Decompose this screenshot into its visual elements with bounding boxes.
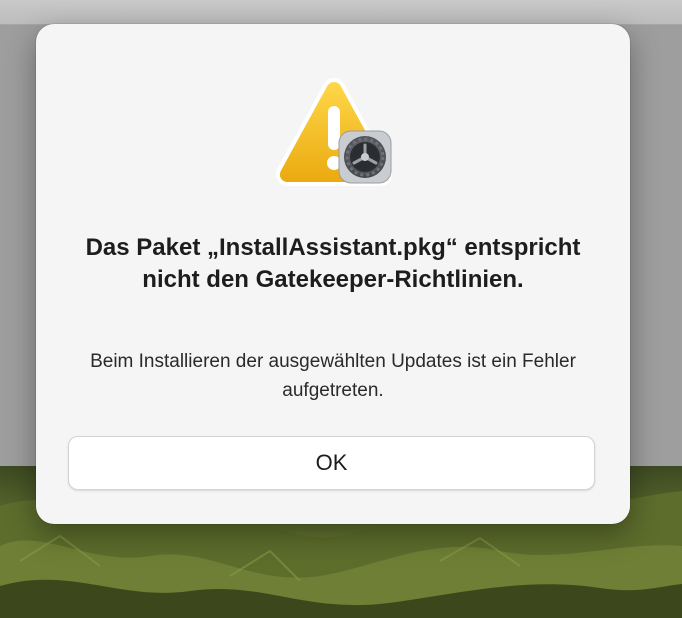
system-preferences-gear-icon	[338, 130, 392, 184]
alert-icon-group	[272, 74, 396, 192]
alert-message: Beim Installieren der ausgewählten Updat…	[90, 351, 576, 401]
window-title-bar	[0, 0, 682, 25]
ok-button[interactable]: OK	[68, 436, 595, 490]
screen: Das Paket „InstallAssistant.pkg“ entspri…	[0, 0, 682, 618]
alert-title: Das Paket „InstallAssistant.pkg“ entspri…	[85, 234, 581, 293]
alert-dialog: Das Paket „InstallAssistant.pkg“ entspri…	[36, 24, 630, 524]
